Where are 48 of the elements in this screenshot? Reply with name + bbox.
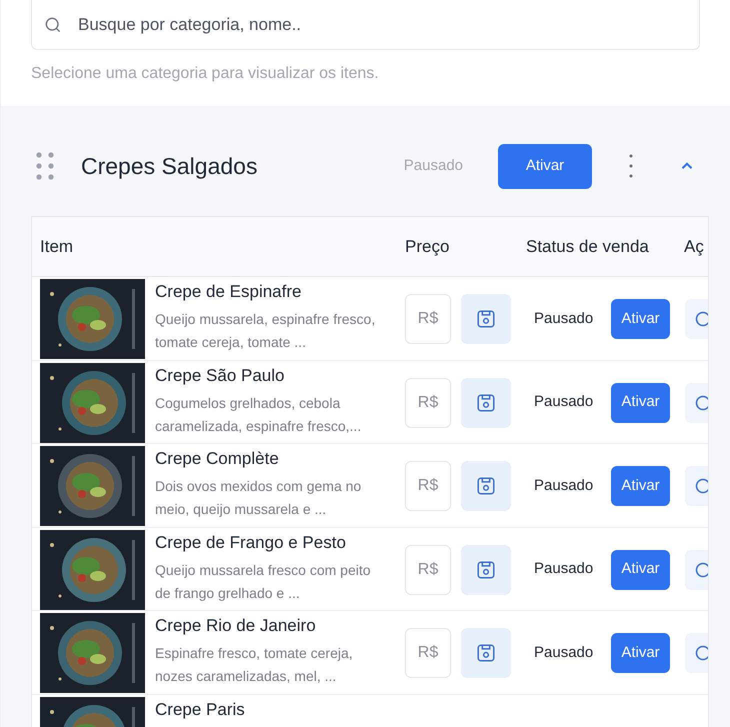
price-field[interactable]: R$ (405, 628, 451, 678)
price-field[interactable]: R$ (405, 544, 451, 594)
item-description: Cogumelos grelhados, cebola caramelizada, espinafre fresco,... (155, 394, 362, 436)
save-button[interactable] (461, 378, 511, 428)
price-field[interactable]: R$ (405, 378, 451, 428)
activate-button[interactable]: Ativar (611, 633, 670, 673)
column-header: Status de venda (525, 236, 650, 258)
hint-text: Selecione uma categoria para visualizar os itens. (31, 64, 380, 84)
sale-status: Pausado (534, 642, 594, 663)
item-name: Crepe Complète (155, 448, 280, 470)
item-name: Crepe Rio de Janeiro (155, 615, 317, 637)
price-field[interactable]: R$ (405, 294, 451, 344)
item-description: Queijo mussarela, espinafre fresco, tomate cereja, tomate ... (155, 310, 376, 352)
save-icon (475, 558, 497, 580)
sale-status: Pausado (534, 308, 594, 329)
sale-status: Pausado (534, 559, 594, 580)
item-name: Crepe Paris (155, 698, 245, 720)
column-header: Aç (683, 236, 704, 258)
item-description: Queijo mussarela fresco com peito de frango grelhado e ... (155, 560, 372, 603)
item-description: Dois ovos mexidos com gema no meio, queijo mussarela e ... (155, 477, 362, 519)
save-button[interactable] (461, 461, 511, 511)
item-description: Espinafre fresco, tomate cereja, nozes caramelizadas, mel, ... (155, 644, 354, 686)
column-header: Item (39, 236, 74, 258)
search-field[interactable]: Busque por categoria, nome.. (31, 0, 700, 50)
column-header: Preço (404, 236, 450, 258)
activate-button[interactable]: Ativar (611, 550, 670, 590)
more-icon[interactable] (628, 153, 634, 179)
sale-status: Pausado (534, 476, 594, 496)
item-name: Crepe de Frango e Pesto (155, 532, 347, 554)
activate-button[interactable]: Ativar (611, 466, 670, 506)
sale-status: Pausado (534, 392, 594, 412)
item-name: Crepe de Espinafre (155, 281, 302, 303)
save-icon (475, 642, 497, 664)
activate-button[interactable]: Ativar (611, 382, 670, 422)
save-icon (475, 475, 497, 497)
activate-button[interactable]: Ativar (498, 144, 592, 188)
drag-handle-icon[interactable] (35, 151, 55, 181)
item-name: Crepe São Paulo (155, 364, 286, 386)
category-status: Pausado (404, 156, 463, 176)
save-icon (475, 392, 497, 414)
save-button[interactable] (461, 544, 511, 594)
save-icon (475, 308, 497, 330)
activate-button[interactable]: Ativar (611, 299, 670, 339)
save-button[interactable] (461, 294, 511, 344)
price-field[interactable]: R$ (405, 461, 451, 511)
search-icon (43, 15, 63, 35)
category-title: Crepes Salgados (81, 152, 258, 181)
save-button[interactable] (461, 628, 511, 678)
